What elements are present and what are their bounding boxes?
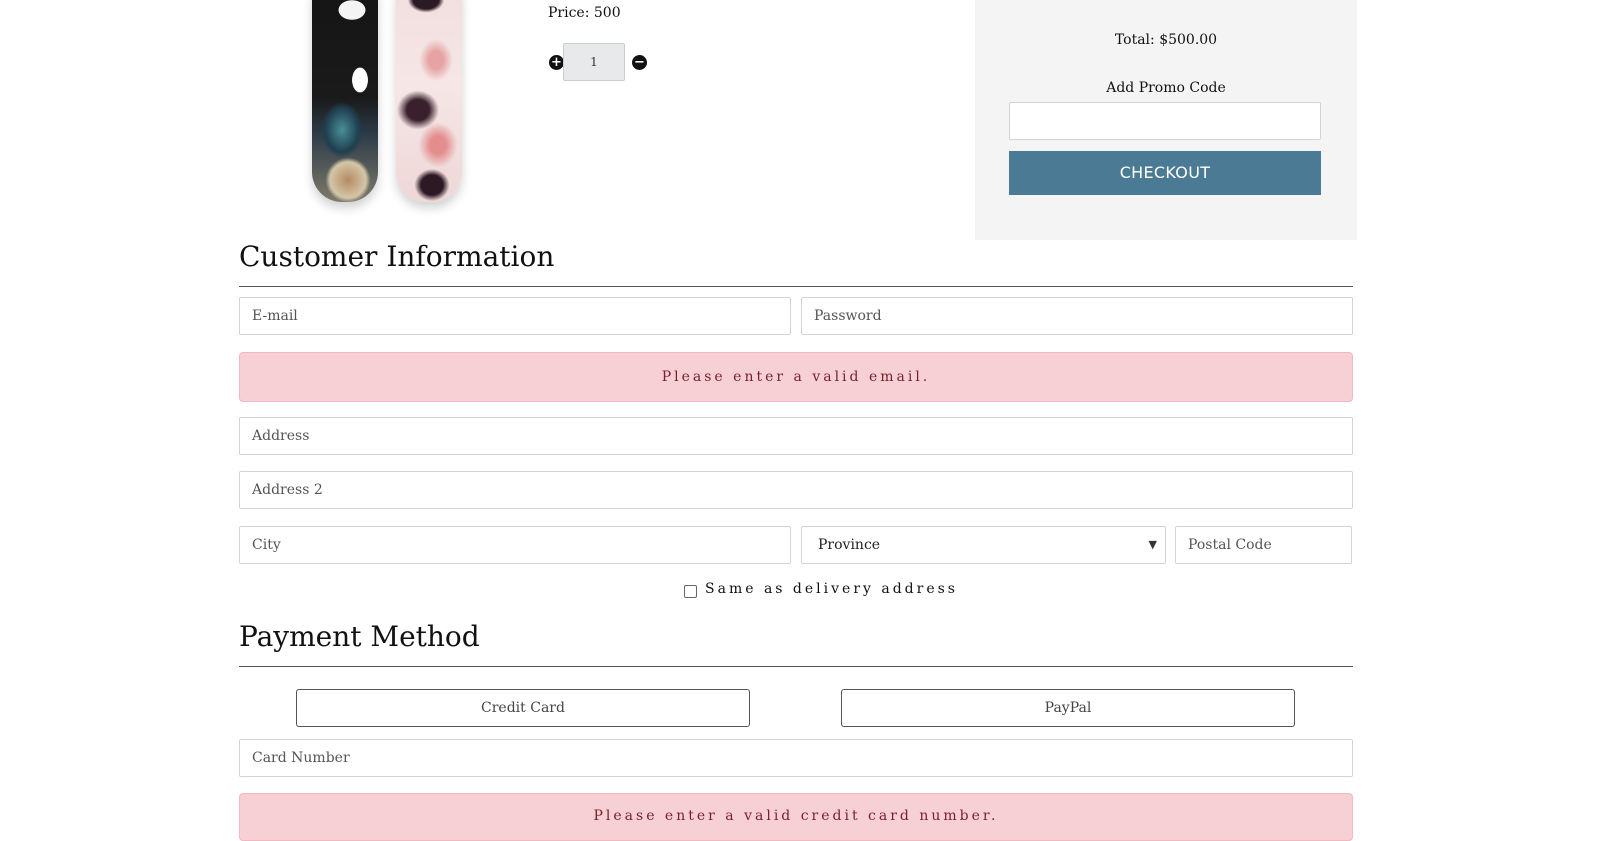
city-field[interactable]: City — [239, 526, 791, 564]
province-select[interactable]: Province ▼ — [801, 526, 1166, 564]
payment-method-heading: Payment Method — [239, 620, 480, 653]
promo-code-label: Add Promo Code — [1106, 80, 1226, 96]
same-as-delivery-checkbox[interactable] — [684, 585, 697, 598]
email-field[interactable]: E-mail — [239, 297, 791, 335]
promo-code-input[interactable] — [1009, 102, 1321, 140]
chevron-down-icon: ▼ — [1148, 538, 1157, 551]
order-total: Total: $500.00 — [1114, 32, 1218, 48]
product-image-snowboard-left — [312, 0, 378, 202]
card-number-field[interactable]: Card Number — [239, 739, 1353, 777]
plus-icon[interactable]: + — [549, 55, 564, 70]
province-selected-value: Province — [818, 537, 881, 553]
customer-info-heading: Customer Information — [239, 240, 555, 273]
checkout-button[interactable]: CHECKOUT — [1009, 151, 1321, 195]
postal-code-field[interactable]: Postal Code — [1175, 526, 1352, 564]
address-field[interactable]: Address — [239, 417, 1353, 455]
email-error-alert: Please enter a valid email. — [239, 352, 1353, 402]
credit-card-option-button[interactable]: Credit Card — [296, 689, 750, 727]
minus-icon[interactable]: − — [632, 55, 647, 70]
product-image-snowboard-right — [396, 0, 462, 202]
paypal-option-button[interactable]: PayPal — [841, 689, 1295, 727]
password-field[interactable]: Password — [801, 297, 1353, 335]
section-divider — [239, 666, 1353, 667]
same-as-delivery-label: Same as delivery address — [705, 581, 958, 597]
quantity-input[interactable]: 1 — [563, 43, 625, 81]
product-price: Price: 500 — [548, 5, 621, 21]
section-divider — [239, 286, 1353, 287]
address2-field[interactable]: Address 2 — [239, 471, 1353, 509]
